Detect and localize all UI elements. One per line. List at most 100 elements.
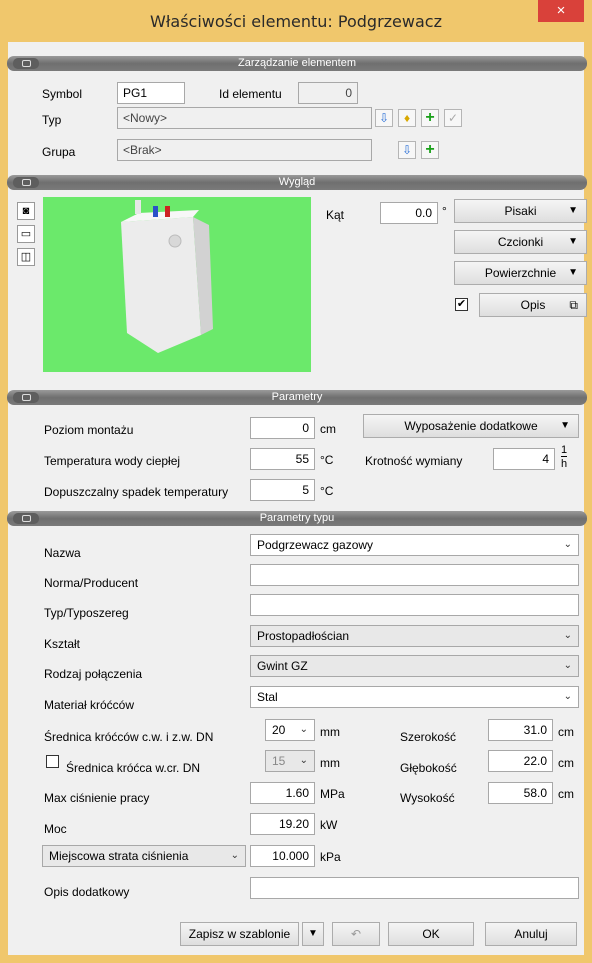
collapse-icon[interactable] [13,392,39,403]
sred-cw-combo[interactable]: 20 ⌄ [265,719,315,741]
typoszereg-input[interactable] [250,594,579,616]
dropdown-arrow-icon: ▼ [560,420,570,431]
undo-icon: ↶ [350,927,362,941]
szerokosc-input[interactable]: 31.0 [488,719,553,741]
wyposazenie-label: Wyposażenie dodatkowe [404,419,538,433]
powierzchnie-button[interactable]: Powierzchnie ▼ [454,261,587,285]
ksztalt-combo[interactable]: Prostopadłościan ⌄ [250,625,579,647]
typ-field[interactable]: <Nowy> [117,107,372,129]
poziom-label: Poziom montażu [44,423,134,437]
view-3d-icon[interactable]: ◫ [17,248,35,266]
cancel-button[interactable]: Anuluj [485,922,577,946]
polaczenie-value: Gwint GZ [257,659,308,673]
nazwa-combo[interactable]: Podgrzewacz gazowy ⌄ [250,534,579,556]
ok-button[interactable]: OK [388,922,474,946]
grupa-field[interactable]: <Brak> [117,139,372,161]
collapse-icon[interactable] [13,58,39,69]
view-camera-icon[interactable]: ◙ [17,202,35,220]
undo-button[interactable]: ↶ [332,922,380,946]
section-params-title: Parametry [271,391,323,403]
sred-wcr-checkbox[interactable] [46,755,59,768]
grupa-label: Grupa [42,145,76,159]
section-type-params-title: Parametry typu [259,512,335,524]
norma-input[interactable] [250,564,579,586]
temp-input[interactable]: 55 [250,448,315,470]
wysokosc-unit: cm [558,787,574,801]
add-group-icon[interactable]: + [421,141,439,159]
ksztalt-value: Prostopadłościan [257,629,350,643]
opis-label: Opis [520,298,546,312]
cisnienie-label: Max ciśnienie pracy [44,791,150,805]
opis-checkbox[interactable]: ✔ [455,298,468,311]
spadek-unit: °C [320,484,334,498]
id-label: Id elementu [219,87,282,101]
symbol-label: Symbol [42,87,83,101]
material-combo[interactable]: Stal ⌄ [250,686,579,708]
krotnosc-unit-num: 1 [561,444,568,457]
sred-cw-value: 20 [272,723,286,737]
ksztalt-label: Kształt [44,637,81,651]
szerokosc-label: Szerokość [400,730,457,744]
strata-select[interactable]: Miejscowa strata ciśnienia ⌄ [42,845,246,867]
spadek-label: Dopuszczalny spadek temperatury [44,485,229,499]
element-preview [43,197,311,372]
nazwa-value: Podgrzewacz gazowy [257,538,374,552]
krotnosc-input[interactable]: 4 [493,448,555,470]
save-template-button[interactable]: Zapisz w szablonie [180,922,299,946]
chevron-down-icon: ⌄ [563,539,572,550]
chevron-down-icon: ⌄ [563,630,572,641]
browse-group-icon[interactable]: ⇩ [398,141,416,159]
czcionki-button[interactable]: Czcionki ▼ [454,230,587,254]
template-icon[interactable]: ♦ [398,109,416,127]
section-appearance-header[interactable]: Wygląd [7,175,587,190]
section-type-params-header[interactable]: Parametry typu [7,511,587,526]
krotnosc-unit-den: h [561,458,568,470]
close-button[interactable]: × [538,0,584,22]
wysokosc-input[interactable]: 58.0 [488,782,553,804]
opis-button[interactable]: Opis ⧉ [479,293,587,317]
norma-label: Norma/Producent [44,576,139,590]
wyposazenie-button[interactable]: Wyposażenie dodatkowe ▼ [363,414,579,438]
moc-input[interactable]: 19.20 [250,813,315,835]
collapse-icon[interactable] [13,177,39,188]
nazwa-label: Nazwa [44,546,81,560]
pisaki-button[interactable]: Pisaki ▼ [454,199,587,223]
powierzchnie-label: Powierzchnie [484,266,557,280]
strata-unit: kPa [320,850,341,864]
spadek-input[interactable]: 5 [250,479,315,501]
cisnienie-unit: MPa [320,787,345,801]
kat-input[interactable]: 0.0 [380,202,438,224]
dropdown-arrow-icon: ▼ [568,236,578,247]
czcionki-label: Czcionki [497,235,544,249]
material-label: Materiał króćców [44,698,135,712]
open-dialog-icon: ⧉ [569,298,578,312]
save-template-dropdown[interactable]: ▼ [302,922,324,946]
chevron-down-icon: ⌄ [230,850,239,861]
glebokosc-input[interactable]: 22.0 [488,750,553,772]
typ-label: Typ [42,113,62,127]
pisaki-label: Pisaki [504,204,537,218]
poziom-unit: cm [320,422,336,436]
collapse-icon[interactable] [13,513,39,524]
section-appearance-title: Wygląd [278,176,316,188]
chevron-down-icon: ⌄ [563,691,572,702]
view-flat-icon[interactable]: ▭ [17,225,35,243]
polaczenie-combo[interactable]: Gwint GZ ⌄ [250,655,579,677]
sred-wcr-unit: mm [320,756,340,770]
add-type-icon[interactable]: + [421,109,439,127]
opis-dodatkowy-input[interactable] [250,877,579,899]
chevron-down-icon: ⌄ [563,660,572,671]
temp-unit: °C [320,453,334,467]
sred-wcr-value: 15 [272,754,286,768]
strata-input[interactable]: 10.000 [250,845,315,867]
accept-icon[interactable]: ✓ [444,109,462,127]
cisnienie-input[interactable]: 1.60 [250,782,315,804]
section-params-header[interactable]: Parametry [7,390,587,405]
krotnosc-label: Krotność wymiany [365,454,463,468]
title-bar[interactable]: Właściwości elementu: Podgrzewacz × [0,0,592,42]
poziom-input[interactable]: 0 [250,417,315,439]
moc-label: Moc [44,822,67,836]
section-management-header[interactable]: Zarządzanie elementem [7,56,587,71]
browse-type-icon[interactable]: ⇩ [375,109,393,127]
symbol-input[interactable]: PG1 [117,82,185,104]
